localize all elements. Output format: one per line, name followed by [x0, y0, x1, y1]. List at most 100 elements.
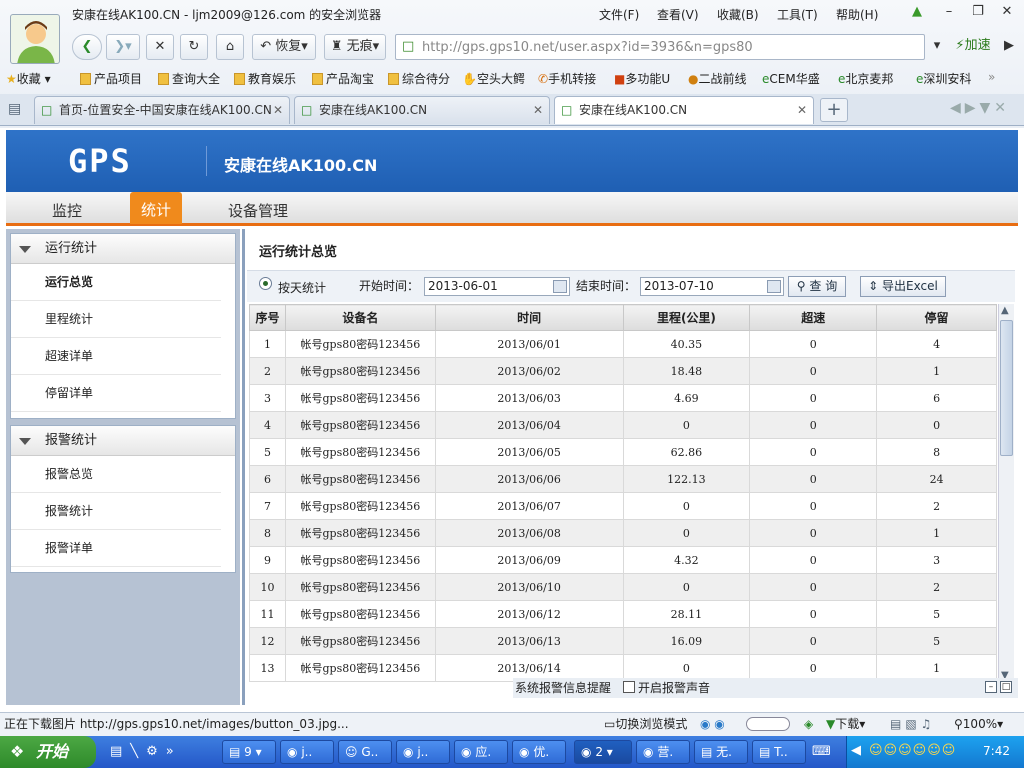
close-tab-icon[interactable]: ✕ [797, 97, 807, 123]
user-avatar[interactable] [10, 14, 60, 64]
restore-button[interactable]: ↶ 恢复▾ [252, 34, 316, 60]
sidebar-item-stops[interactable]: 停留详单 [11, 375, 221, 412]
taskbar-item-active[interactable]: ◉ 2 ▾ [574, 740, 632, 764]
fav-item[interactable]: ●二战前线 [688, 70, 747, 87]
fav-item[interactable]: 产品项目 [80, 70, 142, 87]
refresh-button[interactable]: ↻ [180, 34, 208, 60]
scrollbar-thumb[interactable] [1000, 320, 1013, 456]
sidebar-section-header[interactable]: 报警统计 [11, 426, 235, 456]
menu-tools[interactable]: 工具(T) [777, 6, 818, 23]
nav-tab-statistics[interactable]: 统计 [130, 192, 183, 224]
ie-mode-icon[interactable]: ◉ ◉ [700, 713, 725, 735]
zoom-control[interactable]: ⚲100%▾ [954, 713, 1003, 735]
sidebar-section-header[interactable]: 运行统计 [11, 234, 235, 264]
taskbar-item[interactable]: ◉ j.. [280, 740, 334, 764]
skin-icon[interactable]: ▲ [906, 4, 928, 22]
sidebar-item-alarm-stats[interactable]: 报警统计 [11, 493, 221, 530]
alarm-maximize-icon[interactable]: □ [1000, 681, 1012, 693]
menu-help[interactable]: 帮助(H) [836, 6, 878, 23]
taskbar-item[interactable]: ▤ 9 ▾ [222, 740, 276, 764]
col-header[interactable]: 设备名 [284, 304, 436, 331]
close-window-button[interactable]: ✕ [996, 4, 1018, 22]
fav-item[interactable]: 综合待分 [388, 70, 450, 87]
table-row[interactable]: 10 帐号gps80密码123456 2013/06/10 0 0 2 [249, 573, 997, 601]
sidebar-item-alarm-overview[interactable]: 报警总览 [11, 456, 221, 493]
col-header[interactable]: 停留 [876, 304, 997, 331]
favorites-menu[interactable]: ★收藏 ▾ [6, 70, 51, 87]
tray-expand-icon[interactable]: ◀ [851, 743, 861, 758]
browser-tab-active[interactable]: □ 安康在线AK100.CN ✕ [554, 96, 814, 124]
table-row[interactable]: 1 帐号gps80密码123456 2013/06/01 40.35 0 4 [249, 330, 997, 358]
by-day-radio[interactable] [259, 277, 272, 290]
nav-tab-device-management[interactable]: 设备管理 [228, 200, 288, 221]
sidebar-item-run-overview[interactable]: 运行总览 [11, 264, 221, 301]
start-date-input[interactable]: 2013-06-01 [424, 277, 570, 296]
fav-item[interactable]: e北京麦邦 [838, 70, 893, 87]
table-row[interactable]: 3 帐号gps80密码123456 2013/06/03 4.69 0 6 [249, 384, 997, 412]
fav-item[interactable]: e深圳安科 [916, 70, 971, 87]
taskbar-item[interactable]: ◉ 营. [636, 740, 690, 764]
table-row[interactable]: 9 帐号gps80密码123456 2013/06/09 4.32 0 3 [249, 546, 997, 574]
table-scrollbar[interactable]: ▲ ▼ [998, 304, 1014, 682]
end-date-input[interactable]: 2013-07-10 [640, 277, 784, 296]
download-button[interactable]: ▼下载▾ [826, 713, 865, 735]
alarm-minimize-icon[interactable]: – [985, 681, 997, 693]
col-header[interactable]: 时间 [434, 304, 624, 331]
menu-favorites[interactable]: 收藏(B) [717, 6, 759, 23]
browser-tab[interactable]: □ 安康在线AK100.CN ✕ [294, 96, 550, 124]
no-trace-button[interactable]: ♜ 无痕▾ [324, 34, 386, 60]
table-row[interactable]: 12 帐号gps80密码123456 2013/06/13 16.09 0 5 [249, 627, 997, 655]
speed-button[interactable]: ⚡加速 [950, 34, 996, 60]
taskbar-item[interactable]: ◉ 优. [512, 740, 566, 764]
fav-item[interactable]: ■多功能U [614, 70, 670, 87]
menu-view[interactable]: 查看(V) [657, 6, 699, 23]
sidebar-item-alarm-detail[interactable]: 报警详单 [11, 530, 221, 567]
shield-icon[interactable]: ◈ [804, 713, 813, 735]
fav-item[interactable]: 查询大全 [158, 70, 220, 87]
table-row[interactable]: 8 帐号gps80密码123456 2013/06/08 0 0 1 [249, 519, 997, 547]
sidebar-item-mileage[interactable]: 里程统计 [11, 301, 221, 338]
query-button[interactable]: ⚲ 查 询 [788, 276, 846, 297]
toggle-switch-icon[interactable] [746, 717, 790, 731]
table-row[interactable]: 2 帐号gps80密码123456 2013/06/02 18.48 0 1 [249, 357, 997, 385]
status-tool-icons[interactable]: ▤▧♫ [890, 713, 935, 735]
menu-file[interactable]: 文件(F) [599, 6, 639, 23]
back-button[interactable]: ❮ [72, 34, 102, 60]
close-tab-icon[interactable]: ✕ [273, 97, 283, 123]
browser-tab[interactable]: □ 首页-位置安全-中国安康在线AK100.CN ✕ [34, 96, 290, 124]
scroll-up-icon[interactable]: ▲ [1001, 305, 1009, 316]
tray-qq-icons[interactable]: ☺☺☺☺☺☺ [869, 743, 956, 758]
taskbar-item[interactable]: ▤ 无. [694, 740, 748, 764]
home-button[interactable]: ⌂ [216, 34, 244, 60]
quick-launch-icons[interactable]: ▤╲⚙» [110, 744, 182, 759]
table-row[interactable]: 5 帐号gps80密码123456 2013/06/05 62.86 0 8 [249, 438, 997, 466]
taskbar-item[interactable]: ☺ G.. [338, 740, 392, 764]
start-button[interactable]: ❖ 开始 [0, 736, 96, 768]
new-tab-button[interactable]: + [820, 98, 848, 122]
nav-tab-monitor[interactable]: 监控 [52, 200, 82, 221]
col-header[interactable]: 序号 [249, 304, 286, 331]
table-row[interactable]: 7 帐号gps80密码123456 2013/06/07 0 0 2 [249, 492, 997, 520]
export-excel-button[interactable]: ⇕ 导出Excel [860, 276, 946, 297]
alarm-sound-checkbox[interactable] [623, 681, 635, 693]
maximize-button[interactable]: ❐ [967, 4, 989, 22]
table-row[interactable]: 11 帐号gps80密码123456 2013/06/12 28.11 0 5 [249, 600, 997, 628]
col-header[interactable]: 里程(公里) [622, 304, 751, 331]
taskbar-item[interactable]: ▤ T.. [752, 740, 806, 764]
forward-button[interactable]: ❯▾ [106, 34, 140, 60]
switch-mode-button[interactable]: ▭切换浏览模式 [604, 713, 687, 735]
address-bar[interactable]: □ http://gps.gps10.net/user.aspx?id=3936… [395, 34, 925, 60]
tab-nav-icons[interactable]: ◀▶▼✕ [950, 100, 1010, 116]
col-header[interactable]: 超速 [749, 304, 878, 331]
fav-item[interactable]: eCEM华盛 [762, 70, 820, 87]
taskbar-item[interactable]: ◉ j.. [396, 740, 450, 764]
close-tab-icon[interactable]: ✕ [533, 97, 543, 123]
sidebar-toggle-icon[interactable]: ▤ [8, 101, 21, 117]
minimize-button[interactable]: – [938, 4, 960, 22]
go-button[interactable]: ▶ [1000, 34, 1018, 60]
fav-item[interactable]: 教育娱乐 [234, 70, 296, 87]
fav-item[interactable]: ✆手机转接 [538, 70, 596, 87]
table-row[interactable]: 6 帐号gps80密码123456 2013/06/06 122.13 0 24 [249, 465, 997, 493]
fav-item[interactable]: 产品淘宝 [312, 70, 374, 87]
calendar-icon[interactable] [767, 280, 781, 293]
